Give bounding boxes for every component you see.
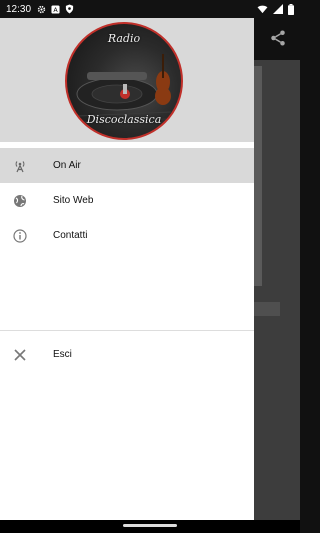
antenna-icon	[13, 159, 27, 173]
a-badge-icon: A	[51, 4, 60, 14]
menu-label-on-air: On Air	[53, 160, 81, 171]
battery-icon	[288, 3, 294, 15]
system-nav-bar	[0, 520, 300, 533]
menu-item-sito-web[interactable]: Sito Web	[0, 183, 254, 218]
shield-icon	[65, 4, 74, 14]
logo-text-top: Radio	[107, 32, 141, 45]
info-icon	[13, 228, 27, 243]
gear-icon	[37, 5, 46, 13]
wifi-icon	[257, 5, 268, 13]
drawer-spacer	[0, 253, 254, 330]
menu-label-sito-web: Sito Web	[53, 195, 94, 206]
home-gesture-handle[interactable]	[123, 524, 177, 527]
drawer-header: Radio Discoclassica	[0, 18, 254, 142]
globe-icon	[13, 194, 27, 208]
menu-label-contatti: Contatti	[53, 230, 88, 241]
close-icon	[13, 348, 27, 362]
status-time: 12:30	[6, 3, 32, 15]
radio-logo: Radio Discoclassica	[65, 22, 183, 140]
menu-item-esci[interactable]: Esci	[0, 337, 254, 372]
logo-text-bottom: Discoclassica	[86, 113, 162, 126]
svg-text:A: A	[53, 7, 58, 14]
menu-item-contatti[interactable]: Contatti	[0, 218, 254, 253]
signal-icon	[273, 4, 283, 14]
menu-label-esci: Esci	[53, 349, 72, 360]
menu-item-on-air[interactable]: On Air	[0, 148, 254, 183]
status-bar: 12:30 A	[0, 0, 300, 18]
navigation-drawer: Radio Discoclassica On Air Sito Web Cont…	[0, 18, 254, 520]
